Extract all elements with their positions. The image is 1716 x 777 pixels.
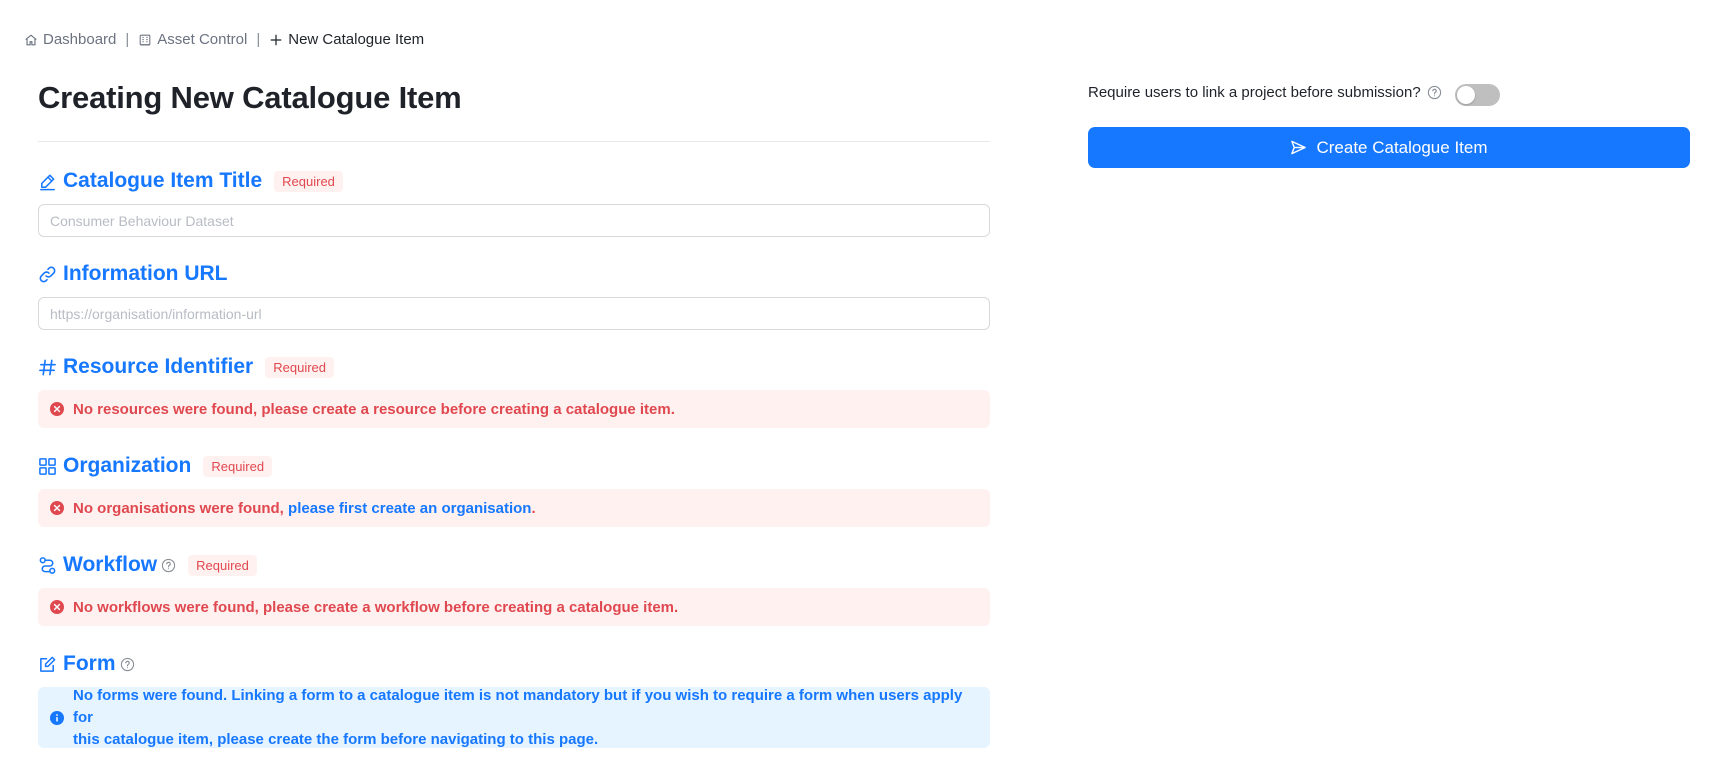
alert-message-suffix: .	[531, 499, 536, 517]
alert-message: No forms were found. Linking a form to a…	[73, 685, 978, 751]
alert-message-line-1: No forms were found. Linking a form to a…	[73, 686, 963, 726]
signature-icon	[38, 172, 57, 191]
divider	[38, 141, 990, 142]
create-organisation-link[interactable]: please first create an organisation	[288, 500, 531, 517]
edit-icon	[38, 655, 57, 674]
required-badge: Required	[265, 356, 334, 378]
page-title: Creating New Catalogue Item	[38, 80, 462, 115]
breadcrumb-separator: |	[125, 31, 130, 48]
building-icon	[138, 33, 152, 47]
section-header: Catalogue Item Title Required	[38, 166, 990, 196]
info-alert: No forms were found. Linking a form to a…	[38, 687, 990, 748]
require-project-setting: Require users to link a project before s…	[1088, 84, 1442, 101]
section-header: Workflow Required	[38, 550, 990, 580]
section-catalogue-item-title: Catalogue Item Title Required	[38, 166, 990, 237]
alert-message-prefix: No organisations were found,	[73, 499, 289, 517]
alert-message-line-2: this catalogue item, please create the f…	[73, 730, 599, 748]
toggle-knob	[1457, 86, 1475, 104]
create-button-label: Create Catalogue Item	[1316, 137, 1488, 157]
section-header: Form	[38, 649, 990, 679]
section-form: Form No forms were found. Linking a form…	[38, 649, 990, 748]
alert-message: No workflows were found, please create a…	[73, 598, 679, 616]
section-header: Information URL	[38, 259, 990, 289]
breadcrumb-label: Dashboard	[43, 31, 117, 48]
section-resource-identifier: Resource Identifier Required No resource…	[38, 352, 990, 428]
plus-icon	[269, 33, 283, 47]
alert-message: No organisations were found, please firs…	[73, 500, 536, 517]
create-catalogue-item-button[interactable]: Create Catalogue Item	[1088, 127, 1690, 168]
error-alert: No workflows were found, please create a…	[38, 588, 990, 626]
hash-icon	[38, 358, 57, 377]
home-icon	[24, 33, 38, 47]
info-icon	[50, 710, 64, 725]
section-organization: Organization Required No organisations w…	[38, 451, 990, 527]
error-icon	[50, 501, 64, 515]
section-label: Workflow	[63, 553, 158, 576]
require-project-toggle[interactable]	[1455, 84, 1500, 106]
link-icon	[38, 265, 57, 284]
section-information-url: Information URL	[38, 259, 990, 330]
section-label: Catalogue Item Title	[63, 169, 263, 192]
send-icon	[1290, 139, 1307, 156]
required-badge: Required	[274, 170, 343, 192]
section-header: Resource Identifier Required	[38, 352, 990, 382]
catalogue-item-title-input[interactable]	[38, 204, 990, 237]
grid-icon	[38, 457, 57, 476]
section-workflow: Workflow Required No workflows were foun…	[38, 550, 990, 626]
error-icon	[50, 600, 64, 614]
required-badge: Required	[188, 554, 257, 576]
section-label: Organization	[63, 454, 192, 477]
help-icon[interactable]	[120, 657, 135, 672]
breadcrumb: Dashboard | Asset Control | New Catalogu…	[24, 31, 424, 48]
error-alert: No resources were found, please create a…	[38, 390, 990, 428]
help-icon[interactable]	[161, 558, 176, 573]
error-icon	[50, 402, 64, 416]
section-label: Form	[63, 652, 116, 675]
alert-message: No resources were found, please create a…	[73, 400, 675, 418]
workflow-icon	[38, 556, 57, 575]
help-icon[interactable]	[1427, 85, 1442, 100]
section-header: Organization Required	[38, 451, 990, 481]
breadcrumb-new-catalogue-item: New Catalogue Item	[269, 31, 424, 48]
section-label: Resource Identifier	[63, 355, 254, 378]
breadcrumb-asset-control[interactable]: Asset Control	[138, 31, 247, 48]
breadcrumb-label: New Catalogue Item	[288, 31, 425, 48]
breadcrumb-label: Asset Control	[157, 31, 248, 48]
error-alert: No organisations were found, please firs…	[38, 489, 990, 527]
required-badge: Required	[203, 455, 273, 477]
section-label: Information URL	[63, 262, 228, 285]
information-url-input[interactable]	[38, 297, 990, 330]
require-project-label: Require users to link a project before s…	[1088, 84, 1421, 101]
breadcrumb-dashboard[interactable]: Dashboard	[24, 31, 116, 48]
breadcrumb-separator: |	[256, 31, 261, 48]
